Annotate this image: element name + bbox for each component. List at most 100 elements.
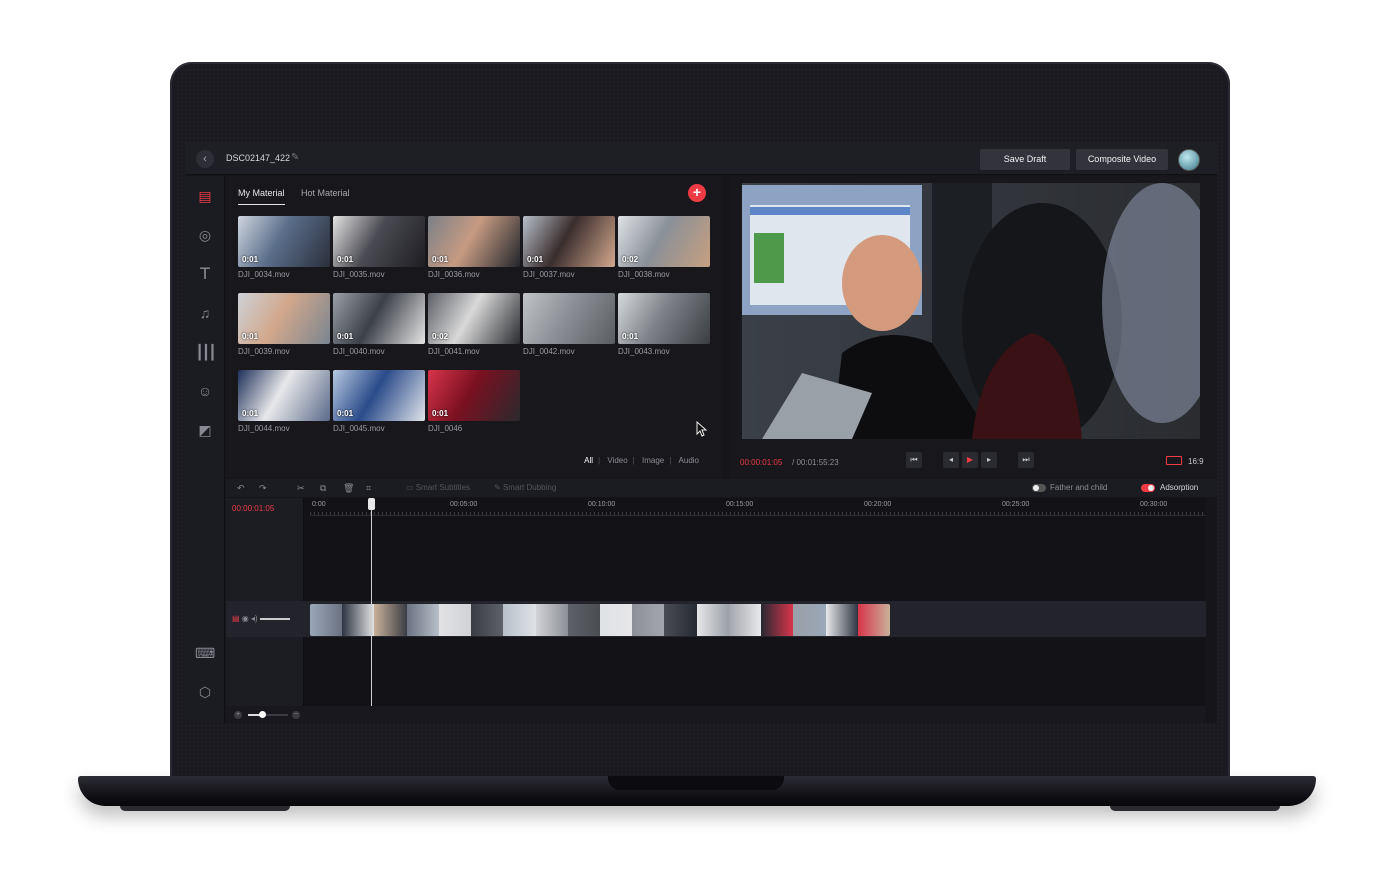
settings-icon[interactable]: ⬡ (195, 682, 215, 702)
clip-name: DJI_0035.mov (333, 270, 385, 279)
add-material-button[interactable]: + (688, 184, 706, 202)
play-icon[interactable]: ▶ (962, 452, 978, 468)
material-clip[interactable]: 0:02 DJI_0041.mov (428, 293, 520, 356)
skip-to-start-icon[interactable]: ⏮ (906, 452, 922, 468)
emoji-icon[interactable]: ☺ (195, 381, 215, 401)
clip-thumbnail: 0:01 (333, 370, 425, 421)
music-icon[interactable]: ♫ (195, 303, 215, 323)
material-clip[interactable]: 0:01 DJI_0037.mov (523, 216, 615, 279)
timeline-current-time: 00:00:01:05 (232, 504, 275, 513)
volume-icon[interactable]: ◂) (251, 614, 258, 623)
avatar[interactable] (1178, 149, 1200, 171)
next-frame-icon[interactable]: ▸ (981, 452, 997, 468)
delete-icon[interactable]: 🗑 (343, 483, 354, 494)
material-panel: My Material Hot Material + 0:01 DJI_0034.… (226, 176, 722, 478)
timeline-clip-frame (825, 604, 858, 636)
timeline-clip-frame (857, 604, 890, 636)
aspect-ratio-icon[interactable] (1166, 456, 1182, 465)
tab-hot-material[interactable]: Hot Material (301, 188, 350, 204)
document-title: DSC02147_422 (226, 153, 291, 163)
clip-duration: 0:02 (432, 332, 449, 341)
clapperboard-icon[interactable]: ▤ (195, 186, 215, 206)
video-track: ▤ ◉ ◂) (226, 601, 1206, 637)
timeline-clip-frame (342, 604, 375, 636)
material-clip[interactable]: 0:01 DJI_0039.mov (238, 293, 330, 356)
composite-video-button[interactable]: Composite Video (1076, 149, 1168, 170)
redo-icon[interactable]: ↷ (259, 483, 267, 494)
clip-name: DJI_0040.mov (333, 347, 385, 356)
laptop-foot (1110, 806, 1280, 811)
timeline: 00:00:01:05 0:00 00:05:00 00:10:00 00:15:00… (226, 498, 1206, 706)
material-clip[interactable]: 0:01 DJI_0043.mov (618, 293, 710, 356)
smart-dubbing-label: Smart Dubbing (502, 483, 557, 492)
clip-thumbnail: 0:01 (333, 216, 425, 267)
back-button[interactable]: ‹ (196, 150, 214, 168)
track-volume-slider[interactable] (259, 617, 290, 620)
text-icon[interactable]: T (195, 264, 215, 284)
undo-icon[interactable]: ↶ (237, 483, 245, 494)
tab-my-material[interactable]: My Material (238, 188, 285, 205)
clip-name: DJI_0046 (428, 424, 463, 433)
sticker-icon[interactable]: ◎ (195, 225, 215, 245)
material-clip[interactable]: 0:01 DJI_0044.mov (238, 370, 330, 433)
crop-icon[interactable]: ⌗ (366, 483, 371, 494)
sidebar: ▤ ◎ T ♫ ┃┃┃ ☺ ◩ ⌨ ⬡ ? (185, 176, 225, 723)
timeline-clip-frame (632, 604, 665, 636)
image-transition-icon[interactable]: ◩ (195, 420, 215, 440)
video-clip-strip[interactable] (310, 604, 890, 636)
video-preview[interactable] (742, 183, 1200, 439)
cut-icon[interactable]: ✂ (297, 483, 305, 494)
zoom-slider-handle[interactable] (259, 711, 266, 718)
smart-subtitles-button[interactable]: ▭ Smart Subtitles (406, 483, 470, 492)
material-clip[interactable]: 0:01 DJI_0036.mov (428, 216, 520, 279)
edit-title-icon[interactable]: ✎ (291, 152, 299, 163)
filter-video[interactable]: Video (607, 456, 627, 465)
material-clip[interactable]: DJI_0042.mov (523, 293, 615, 356)
material-clip[interactable]: 0:01 DJI_0040.mov (333, 293, 425, 356)
clip-name: DJI_0045.mov (333, 424, 385, 433)
material-clip[interactable]: 0:01 DJI_0046 (428, 370, 520, 433)
audio-wave-icon[interactable]: ┃┃┃ (195, 342, 216, 362)
clip-duration: 0:01 (337, 332, 354, 341)
zoom-bar: + − (226, 706, 1206, 723)
clip-duration: 0:01 (622, 332, 639, 341)
filter-image[interactable]: Image (642, 456, 664, 465)
material-clip[interactable]: 0:01 DJI_0034.mov (238, 216, 330, 279)
material-clip[interactable]: 0:01 DJI_0045.mov (333, 370, 425, 433)
preview-current-time: 00:00:01:05 (740, 458, 783, 467)
timeline-clip-frame (728, 604, 762, 636)
clip-duration: 0:01 (432, 409, 449, 418)
keyboard-icon[interactable]: ⌨ (195, 643, 215, 663)
adsorption-toggle[interactable] (1141, 484, 1155, 492)
timeline-clip-frame (310, 604, 343, 636)
help-icon[interactable]: ? (195, 721, 215, 723)
filter-all[interactable]: All (584, 456, 593, 465)
smart-dubbing-button[interactable]: ✎ Smart Dubbing (494, 483, 556, 492)
clip-thumbnail: 0:02 (428, 293, 520, 344)
filter-audio[interactable]: Audio (679, 456, 699, 465)
timeline-toolbar: ↶ ↷ ✂ ⧉ 🗑 ⌗ ▭ Smart Subtitles ✎ Smart Du… (226, 479, 1217, 497)
time-ruler[interactable]: 0:00 00:05:00 00:10:00 00:15:00 00:20:00 00:2… (310, 498, 1206, 516)
smart-subtitles-label: Smart Subtitles (415, 483, 471, 492)
playhead-handle[interactable] (368, 498, 375, 510)
material-clip[interactable]: 0:01 DJI_0035.mov (333, 216, 425, 279)
clip-duration: 0:01 (242, 409, 259, 418)
material-clip[interactable]: 0:02 DJI_0038.mov (618, 216, 710, 279)
copy-icon[interactable]: ⧉ (320, 483, 326, 494)
save-draft-button[interactable]: Save Draft (980, 149, 1070, 170)
previous-frame-icon[interactable]: ◂ (943, 452, 959, 468)
clip-thumbnail: 0:01 (238, 370, 330, 421)
timeline-clip-frame (406, 604, 439, 636)
clip-thumbnail: 0:01 (333, 293, 425, 344)
laptop-mockup: ‹ DSC02147_422 ✎ Save Draft Composite Vi… (0, 0, 1400, 875)
visibility-icon[interactable]: ◉ (242, 614, 249, 623)
timeline-clip-frame (438, 604, 472, 636)
zoom-out-icon[interactable]: − (292, 711, 300, 719)
playhead[interactable] (371, 498, 372, 706)
clip-thumbnail: 0:01 (428, 216, 520, 267)
aspect-ratio-label[interactable]: 16:9 (1188, 457, 1204, 466)
father-and-child-toggle[interactable] (1032, 484, 1046, 492)
skip-to-end-icon[interactable]: ⏭ (1018, 452, 1034, 468)
timeline-clip-frame (599, 604, 633, 636)
zoom-in-icon[interactable]: + (234, 711, 242, 719)
